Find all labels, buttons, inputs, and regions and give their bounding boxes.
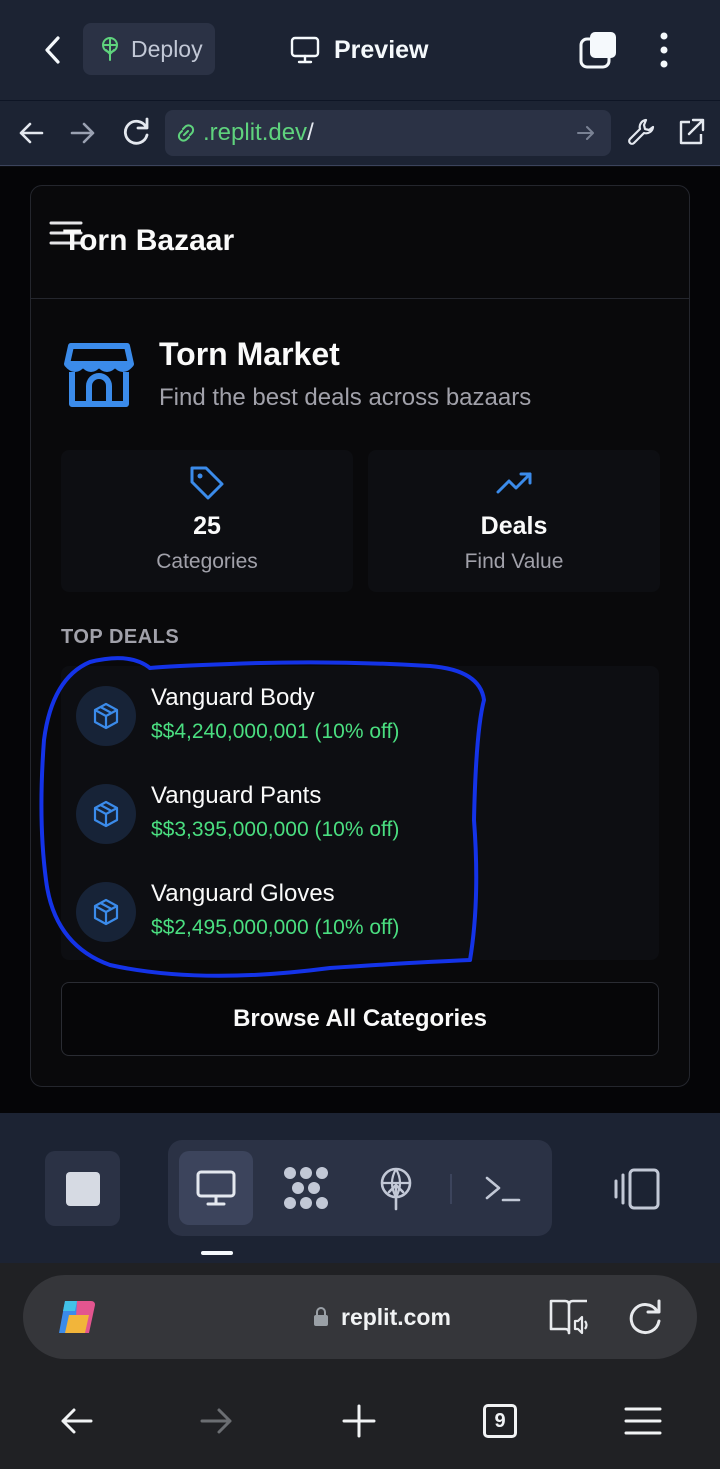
browser-reload-icon[interactable] xyxy=(625,1295,665,1339)
open-external-icon[interactable] xyxy=(676,116,706,148)
top-deals-heading: TOP DEALS xyxy=(61,626,180,648)
deal-price: $$4,240,000,001 (10% off) xyxy=(151,720,400,743)
url-text: .replit.dev/ xyxy=(203,119,314,146)
stop-icon xyxy=(65,1171,100,1206)
shell-terminal-icon[interactable] xyxy=(466,1151,540,1225)
tab-switcher-button[interactable]: 9 xyxy=(472,1393,528,1449)
browser-menu-icon[interactable] xyxy=(615,1393,671,1449)
deal-price: $$3,395,000,000 (10% off) xyxy=(151,818,400,841)
preview-title: Preview xyxy=(290,28,429,72)
more-options-icon[interactable] xyxy=(650,30,678,70)
deal-price: $$2,495,000,000 (10% off) xyxy=(151,916,400,939)
link-icon xyxy=(175,122,197,144)
monitor-icon xyxy=(290,36,320,64)
back-chevron-icon[interactable] xyxy=(38,30,70,70)
package-icon xyxy=(76,882,136,942)
deal-name: Vanguard Body xyxy=(151,684,315,711)
browser-nav-row: 9 xyxy=(0,1393,720,1449)
browser-back-icon[interactable] xyxy=(48,1393,104,1449)
active-tab-indicator xyxy=(201,1251,233,1255)
deals-list: Vanguard Body $$4,240,000,001 (10% off) … xyxy=(61,666,659,960)
stat-label: Find Value xyxy=(464,550,564,573)
stat-value: Deals xyxy=(480,512,548,540)
package-icon xyxy=(76,686,136,746)
trending-up-icon xyxy=(368,464,660,502)
preview-tool-monitor-icon[interactable] xyxy=(179,1151,253,1225)
site-title: Torn Bazaar xyxy=(63,224,235,257)
go-arrow-icon[interactable] xyxy=(575,122,597,144)
deploy-button[interactable]: Deploy xyxy=(83,23,215,75)
nav-back-arrow-icon[interactable] xyxy=(16,117,46,149)
stat-deals[interactable]: Deals Find Value xyxy=(368,450,660,592)
deal-name: Vanguard Pants xyxy=(151,782,322,809)
url-field[interactable]: .replit.dev/ xyxy=(165,110,611,156)
tab-count: 9 xyxy=(483,1404,517,1438)
tool-group xyxy=(168,1140,552,1236)
browse-all-categories-button[interactable]: Browse All Categories xyxy=(61,982,659,1056)
deal-item[interactable]: Vanguard Gloves $$2,495,000,000 (10% off… xyxy=(61,862,659,960)
reload-icon[interactable] xyxy=(120,115,152,149)
deal-item[interactable]: Vanguard Pants $$3,395,000,000 (10% off) xyxy=(61,764,659,862)
deploy-icon xyxy=(99,36,121,62)
stat-label: Categories xyxy=(156,550,258,573)
browser-forward-icon[interactable] xyxy=(189,1393,245,1449)
devtools-wrench-icon[interactable] xyxy=(626,116,656,148)
app-card: Torn Bazaar Torn Market Find the best de… xyxy=(30,185,690,1087)
divider xyxy=(450,1174,452,1204)
app-page: Torn Bazaar Torn Market Find the best de… xyxy=(0,167,720,1113)
deal-name: Vanguard Gloves xyxy=(151,880,335,907)
hero-subtitle: Find the best deals across bazaars xyxy=(159,384,532,411)
replit-toolbar xyxy=(0,1113,720,1263)
new-tab-plus-icon[interactable] xyxy=(331,1393,387,1449)
tabs-icon[interactable] xyxy=(578,30,618,70)
browser-address-bar[interactable]: replit.com xyxy=(23,1275,697,1359)
domain-label: replit.com xyxy=(313,1299,451,1335)
nav-forward-arrow-icon[interactable] xyxy=(68,117,98,149)
copilot-icon[interactable] xyxy=(55,1297,99,1337)
reader-mode-icon[interactable] xyxy=(547,1295,591,1339)
deploy-label: Deploy xyxy=(131,35,203,62)
tag-icon xyxy=(61,464,353,502)
hero-title: Torn Market xyxy=(159,336,340,372)
replit-header: Deploy Preview xyxy=(0,0,720,100)
browser-bottom-bar: replit.com 9 xyxy=(0,1263,720,1469)
package-icon xyxy=(76,784,136,844)
preview-url-bar: .replit.dev/ xyxy=(0,100,720,166)
stat-categories[interactable]: 25 Categories xyxy=(61,450,353,592)
panel-layout-icon[interactable] xyxy=(610,1165,664,1213)
store-icon xyxy=(63,338,135,410)
stat-value: 25 xyxy=(193,512,221,540)
workflows-dots-icon[interactable] xyxy=(269,1151,343,1225)
stop-button[interactable] xyxy=(45,1151,120,1226)
lock-icon xyxy=(313,1307,329,1327)
deal-item[interactable]: Vanguard Body $$4,240,000,001 (10% off) xyxy=(61,666,659,764)
app-header: Torn Bazaar xyxy=(31,186,689,299)
deploy-globe-icon[interactable] xyxy=(359,1151,433,1225)
